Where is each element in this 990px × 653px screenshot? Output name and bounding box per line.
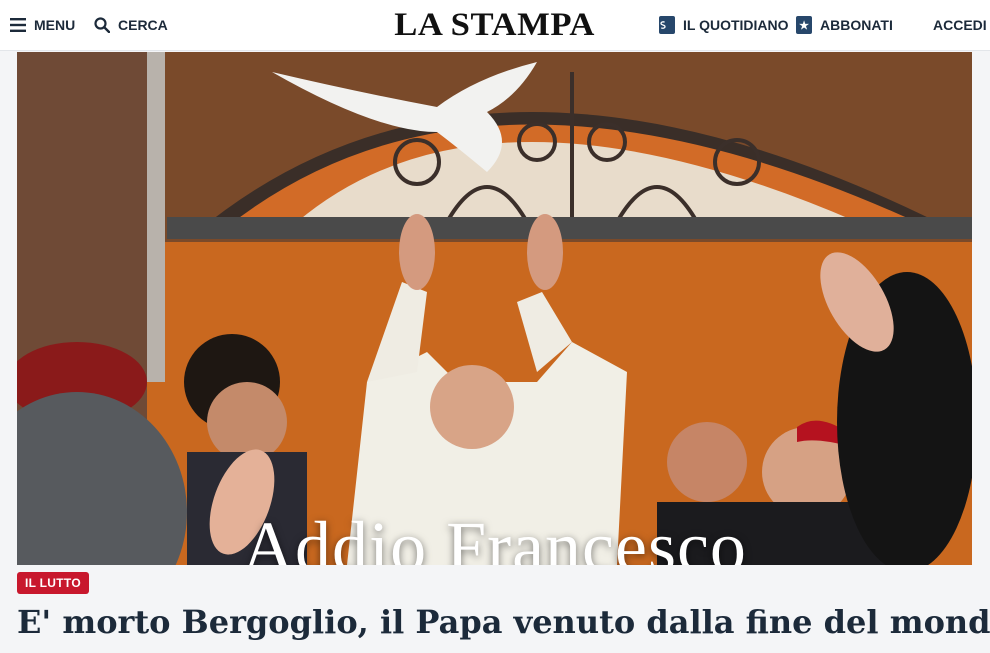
hero-overlay-title: Addio Francesco [242,507,747,565]
login-label: ACCEDI [933,17,987,33]
subscribe-label: ABBONATI [820,17,893,33]
star-icon: ★ [796,16,812,34]
newspaper-label: IL QUOTIDIANO [683,17,789,33]
newspaper-icon [659,16,675,34]
article-headline[interactable]: E' morto Bergoglio, il Papa venuto dalla… [17,600,990,644]
category-tag[interactable]: IL LUTTO [17,572,89,594]
login-button[interactable]: ACCEDI [933,0,987,50]
subscribe-button[interactable]: ★ ABBONATI [796,0,893,50]
hero-image[interactable]: Addio Francesco [17,52,972,565]
newspaper-button[interactable]: IL QUOTIDIANO [659,0,789,50]
hero-photo [17,52,972,565]
site-header: MENU CERCA LA STAMPA IL QUOTIDIANO ★ ABB… [0,0,990,51]
